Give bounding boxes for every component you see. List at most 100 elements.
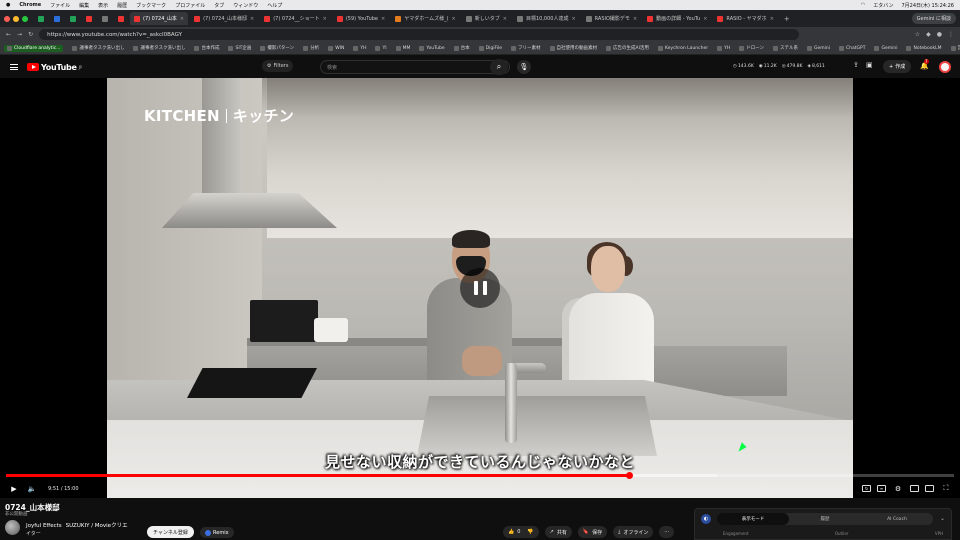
bookmark-item[interactable]: Gemini	[807, 45, 830, 51]
offline-button[interactable]: ⤓ オフライン	[613, 526, 654, 538]
menu-edit[interactable]: 編集	[79, 2, 89, 9]
browser-tab[interactable]	[98, 12, 112, 25]
star-icon[interactable]: ☆	[915, 31, 920, 38]
menu-view[interactable]: 表示	[98, 2, 108, 9]
url-input[interactable]: https://www.youtube.com/watch?v=_askcI0B…	[39, 29, 800, 40]
autoplay-icon[interactable]: ↻	[862, 485, 871, 492]
tab-display-mode[interactable]: 表示モード	[717, 513, 789, 525]
bookmark-item[interactable]: YouTube	[419, 45, 445, 51]
browser-tab[interactable]	[114, 12, 128, 25]
video-frame[interactable]: KITCHEN キッチン 見せない収納ができているんじゃないかなと	[107, 78, 853, 498]
bookmark-item[interactable]: YH	[717, 45, 730, 51]
miniplayer-icon[interactable]	[910, 485, 919, 492]
browser-tab[interactable]: (7) 0724_山本様邸 ×	[190, 12, 258, 25]
bookmark-item[interactable]: ChatGPT	[839, 45, 865, 51]
tab-close-icon[interactable]: ×	[503, 16, 507, 22]
menu-bookmarks[interactable]: ブックマーク	[136, 2, 166, 9]
theater-mode-icon[interactable]	[925, 485, 934, 492]
voice-search-button[interactable]: 🎙	[517, 60, 531, 74]
bookmark-item[interactable]: Gemini	[874, 45, 897, 51]
bookmark-item[interactable]: 台本作成	[194, 45, 219, 51]
bookmark-item[interactable]: 広告の生成AI活用	[606, 45, 649, 51]
bookmark-item[interactable]: ドローン	[739, 45, 764, 51]
forward-icon[interactable]: →	[17, 31, 22, 38]
menu-help[interactable]: ヘルプ	[267, 2, 282, 9]
tab-close-icon[interactable]: ×	[180, 16, 184, 22]
settings-icon[interactable]: ⚙	[892, 483, 904, 495]
menu-tab[interactable]: タブ	[214, 2, 224, 9]
account-avatar[interactable]	[939, 61, 951, 73]
pause-button[interactable]	[460, 268, 500, 308]
bookmark-item[interactable]: フリー素材	[511, 45, 541, 51]
tab-close-icon[interactable]: ×	[250, 16, 254, 22]
bookmark-item[interactable]: Cloudflare analytic...	[4, 44, 64, 52]
like-button[interactable]: 👍 0 👎	[503, 526, 539, 538]
tab-close-icon[interactable]: ×	[633, 16, 637, 22]
bookmark-item[interactable]: 台本	[453, 45, 470, 51]
battery-label[interactable]: エタバン	[873, 2, 893, 9]
back-icon[interactable]: ←	[6, 31, 11, 38]
browser-tab[interactable]: ヤマダホームズ様_(×	[391, 12, 460, 25]
progress-bar[interactable]	[6, 472, 954, 479]
bookmark-item[interactable]: 議事者タスク洗い出し	[72, 45, 124, 51]
browser-tab[interactable]	[66, 12, 80, 25]
tab-close-icon[interactable]: ×	[571, 16, 575, 22]
bookmark-item[interactable]: SIT企画	[228, 45, 251, 51]
fullscreen-icon[interactable]: ⛶	[940, 483, 952, 495]
save-button[interactable]: 🔖 保存	[577, 526, 608, 538]
browser-tab[interactable]: (59) YouTube ×	[333, 12, 389, 25]
bookmark-item[interactable]: YI	[375, 45, 387, 51]
bookmark-item[interactable]: ステル系	[773, 45, 798, 51]
menu-profile[interactable]: プロファイル	[175, 2, 205, 9]
play-button[interactable]: ▶	[8, 483, 20, 495]
create-button[interactable]: + 作成	[883, 60, 912, 73]
browser-tab[interactable]: 目標10,000人達成 ×	[513, 12, 580, 25]
bookmark-item[interactable]: 自社使用の動画素材	[549, 45, 597, 51]
gemini-button[interactable]: Gemini に相談	[911, 13, 956, 24]
notifications-button[interactable]: 🔔 7	[920, 59, 929, 70]
browser-tab[interactable]: 動画の詳細 - YouTu ×	[643, 12, 711, 25]
browser-tab[interactable]: RASIO撮影デモ ×	[582, 12, 641, 25]
channel-name[interactable]: Joyful Effects SUZUKIY / Movieクリエ	[26, 521, 128, 529]
tab-close-icon[interactable]: ×	[323, 16, 327, 22]
clock[interactable]: 7月24日(木) 15:24:26	[902, 2, 955, 9]
wifi-icon[interactable]: ◠	[861, 2, 865, 9]
search-input[interactable]: 検索	[320, 60, 510, 74]
browser-tab[interactable]: 新しいタブ ×	[462, 12, 511, 25]
menu-window[interactable]: ウィンドウ	[233, 2, 258, 9]
bookmark-item[interactable]: YH	[353, 45, 366, 51]
tab-close-icon[interactable]: ×	[452, 16, 456, 22]
bookmark-item[interactable]: Keychron Launcher	[657, 45, 708, 51]
browser-tab[interactable]: RASIO - ヤマダホ ×	[713, 12, 777, 25]
panel-collapse-icon[interactable]: ⌄	[940, 515, 945, 522]
bookmark-item[interactable]: MM	[395, 45, 410, 51]
tab-close-icon[interactable]: ×	[703, 16, 707, 22]
share-button[interactable]: ↗ 共有	[544, 526, 572, 538]
menu-icon[interactable]	[10, 64, 18, 70]
more-icon[interactable]: ⋮	[948, 31, 954, 38]
tab-ai-coach[interactable]: AI Coach	[861, 513, 933, 525]
browser-tab[interactable]	[34, 12, 48, 25]
bookmark-item[interactable]: 議事者タスク洗い出し	[133, 45, 185, 51]
close-window-button[interactable]	[4, 15, 10, 22]
browser-tab[interactable]: (7) 0724_山本 ×	[130, 12, 189, 25]
subtitles-icon[interactable]: ≡	[877, 485, 886, 492]
bookmark-item[interactable]: NotebookLM	[906, 45, 942, 51]
bookmark-item[interactable]: 撮影パターン	[260, 45, 294, 51]
tab-close-icon[interactable]: ×	[770, 16, 774, 22]
more-actions-button[interactable]: ⋯	[659, 526, 675, 538]
minimize-window-button[interactable]	[13, 15, 19, 22]
upload-icon[interactable]: ⇪	[853, 61, 859, 69]
menu-file[interactable]: ファイル	[50, 2, 70, 9]
reload-icon[interactable]: ↻	[28, 31, 33, 38]
bookmark-item[interactable]: WIN	[328, 45, 344, 51]
new-tab-button[interactable]: +	[784, 15, 790, 23]
bookmark-item[interactable]: DigiFile	[478, 45, 502, 51]
zoom-window-button[interactable]	[22, 15, 28, 22]
filters-button[interactable]: ⚙ Filters	[262, 60, 294, 72]
tab-history[interactable]: 履歴	[789, 513, 861, 525]
video-player[interactable]: KITCHEN キッチン 見せない収納ができているんじゃないかなと ▶ 🔈 9:5…	[0, 78, 960, 498]
browser-tab[interactable]: (7) 0724__ショート ×	[260, 12, 331, 25]
panel-toggle-icon[interactable]: ◐	[701, 514, 711, 524]
studio-icon[interactable]: ▣	[866, 61, 873, 69]
